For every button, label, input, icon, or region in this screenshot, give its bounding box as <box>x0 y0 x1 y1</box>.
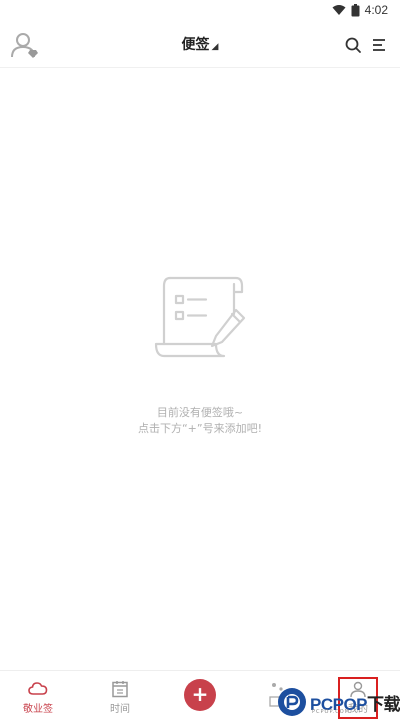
cloud-icon <box>28 682 48 695</box>
battery-icon <box>351 3 360 16</box>
search-icon <box>345 37 361 53</box>
tab-time[interactable]: 时间 <box>90 671 150 720</box>
tab-time-label: 时间 <box>110 704 130 715</box>
empty-message-line-1: 目前没有便签哦~ <box>156 406 244 419</box>
chevron-down-icon: ◢ <box>211 42 219 52</box>
status-time: 4:02 <box>364 3 388 17</box>
tab-notes[interactable]: 敬业签 <box>8 671 68 720</box>
empty-message-line-2: 点击下方“+”号来添加吧! <box>137 422 263 435</box>
title-dropdown[interactable]: 便签 ◢ <box>0 34 400 54</box>
watermark-subtext: PCPOP.COM <box>312 709 351 715</box>
page-title: 便签 <box>181 37 210 53</box>
menu-icon <box>373 39 385 51</box>
add-note-button[interactable]: + <box>184 679 216 711</box>
menu-button[interactable] <box>370 36 388 54</box>
app-header: 便签 ◢ <box>0 22 400 68</box>
calendar-icon <box>112 681 128 698</box>
pcpop-logo-icon <box>278 688 306 716</box>
status-bar: 4:02 <box>0 0 400 22</box>
status-icons: 4:02 <box>332 3 388 17</box>
search-button[interactable] <box>344 36 362 54</box>
tab-notes-label: 敬业签 <box>23 704 53 715</box>
watermark-suffix: 下载 <box>367 695 400 714</box>
wifi-icon <box>332 5 346 15</box>
note-scroll-icon <box>154 276 246 358</box>
watermark: PCPOP下载 PCPOP.COM <box>274 684 400 720</box>
